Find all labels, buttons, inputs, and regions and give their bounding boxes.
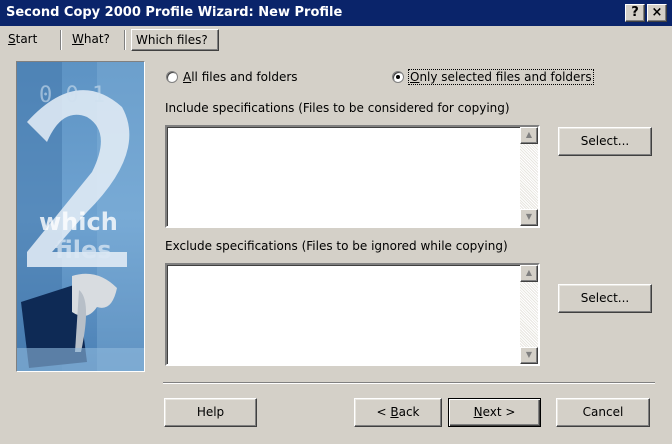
tab-divider	[60, 30, 62, 50]
wizard-tabs: Start What? Which files?	[0, 26, 672, 52]
title-bar[interactable]: Second Copy 2000 Profile Wizard: New Pro…	[0, 0, 672, 26]
exclude-spec-list[interactable]: ▲ ▼	[165, 263, 540, 366]
help-icon[interactable]: ?	[625, 4, 645, 22]
radio-only-selected-label: Only selected files and folders	[408, 69, 594, 85]
include-select-button[interactable]: Select...	[558, 127, 652, 156]
svg-text:0 0 1: 0 0 1	[39, 83, 105, 108]
footer-divider	[163, 382, 655, 384]
down-arrow-icon[interactable]: ▼	[520, 347, 538, 364]
side-caption-files: files	[55, 236, 112, 264]
include-spec-label: Include specifications (Files to be cons…	[165, 101, 510, 115]
radio-button-checked[interactable]	[392, 71, 404, 83]
up-arrow-icon[interactable]: ▲	[520, 265, 538, 282]
radio-all-files[interactable]: All files and folders	[166, 69, 298, 85]
profile-wizard-window: Second Copy 2000 Profile Wizard: New Pro…	[0, 0, 672, 444]
cancel-button[interactable]: Cancel	[556, 398, 650, 427]
wizard-side-image: 0 0 1 which files	[16, 61, 145, 372]
next-button[interactable]: Next >	[448, 398, 541, 427]
window-title: Second Copy 2000 Profile Wizard: New Pro…	[6, 5, 343, 20]
tab-divider	[124, 30, 126, 50]
back-button[interactable]: < Back	[354, 398, 442, 427]
down-arrow-icon[interactable]: ▼	[520, 209, 538, 226]
exclude-select-button[interactable]: Select...	[558, 284, 652, 313]
radio-all-files-label: All files and folders	[183, 70, 298, 84]
include-scrollbar[interactable]: ▲ ▼	[520, 127, 538, 226]
tab-what[interactable]: What?	[68, 29, 114, 51]
help-button[interactable]: Help	[164, 398, 257, 427]
exclude-spec-label: Exclude specifications (Files to be igno…	[165, 239, 508, 253]
exclude-scrollbar[interactable]: ▲ ▼	[520, 265, 538, 364]
which-files-illustration: 0 0 1 which files	[17, 62, 144, 371]
radio-button[interactable]	[166, 71, 178, 83]
tab-which-files[interactable]: Which files?	[131, 29, 219, 51]
radio-only-selected[interactable]: Only selected files and folders	[392, 69, 594, 85]
side-caption-which: which	[39, 208, 118, 236]
include-spec-list[interactable]: ▲ ▼	[165, 125, 540, 228]
tab-start[interactable]: Start	[4, 29, 41, 51]
close-icon[interactable]: ×	[647, 4, 667, 22]
up-arrow-icon[interactable]: ▲	[520, 127, 538, 144]
